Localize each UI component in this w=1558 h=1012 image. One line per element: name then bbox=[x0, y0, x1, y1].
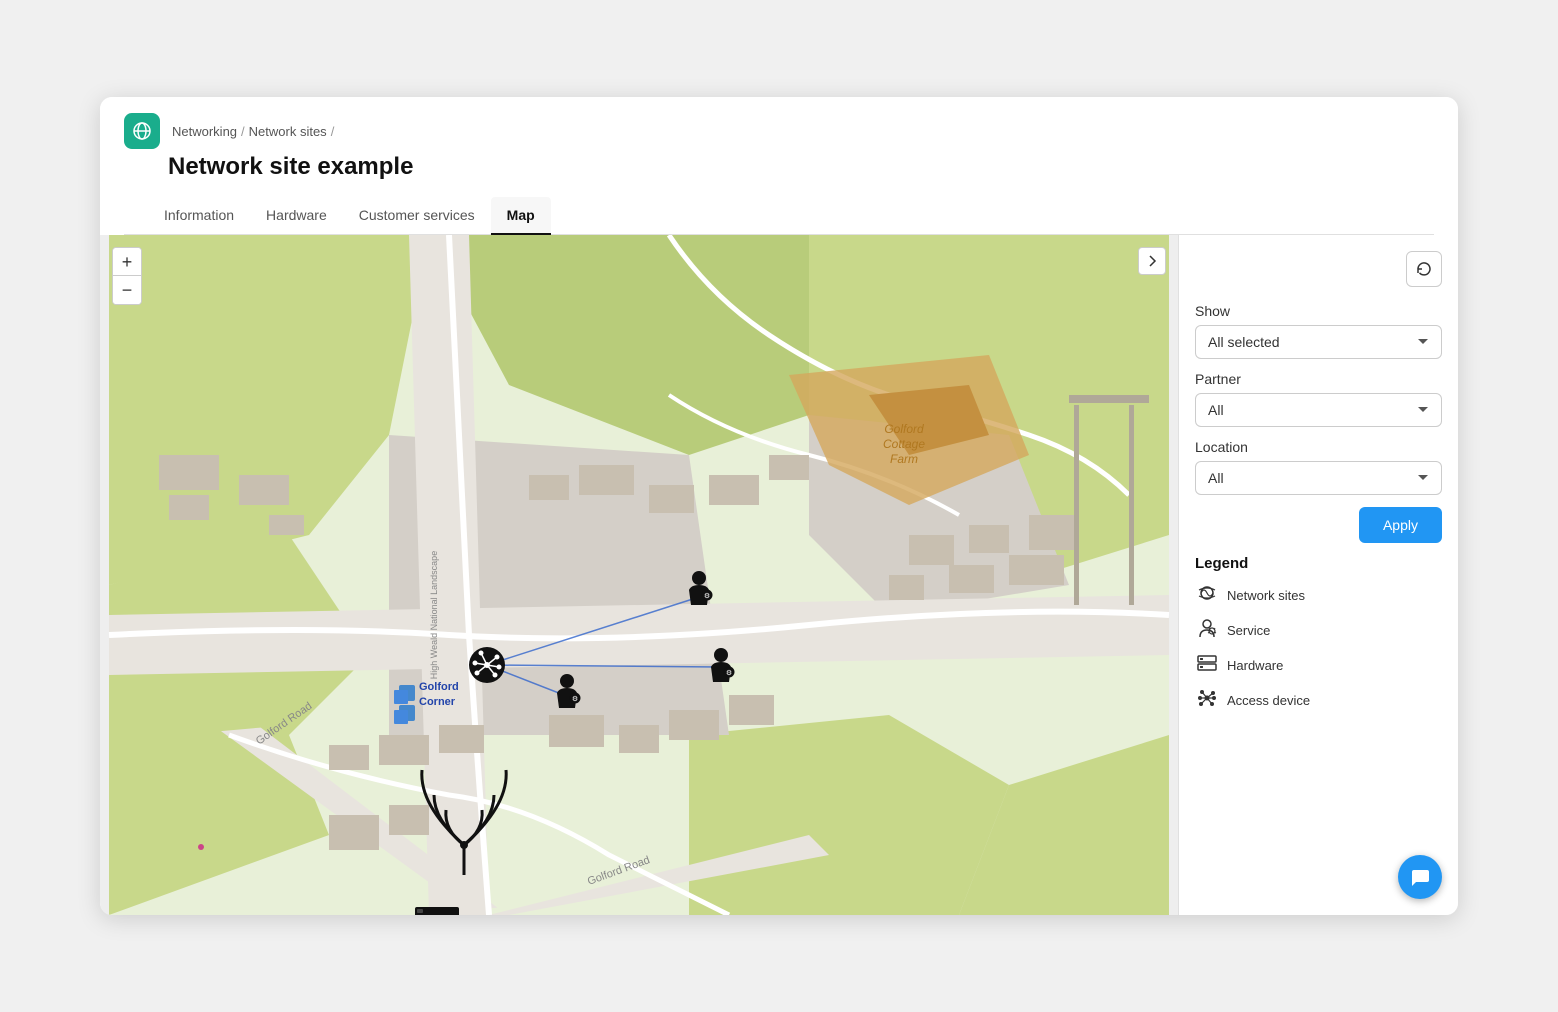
svg-text:⚙: ⚙ bbox=[726, 669, 732, 677]
tab-customer-services[interactable]: Customer services bbox=[343, 197, 491, 235]
tab-hardware[interactable]: Hardware bbox=[250, 197, 343, 235]
location-label: Location bbox=[1195, 439, 1442, 455]
breadcrumb-sep2: / bbox=[331, 124, 335, 139]
tab-information[interactable]: Information bbox=[148, 197, 250, 235]
partner-select[interactable]: All bbox=[1195, 393, 1442, 427]
header: Networking / Network sites / Network sit… bbox=[100, 97, 1458, 235]
main-content: High Weald National Landscape Golford Co… bbox=[100, 235, 1458, 915]
breadcrumb-sep1: / bbox=[241, 124, 245, 139]
chat-button[interactable] bbox=[1398, 855, 1442, 899]
show-select[interactable]: All selected Network sites Service Hardw… bbox=[1195, 325, 1442, 359]
map-expand-button[interactable] bbox=[1138, 247, 1166, 275]
map-zoom-controls: + − bbox=[112, 247, 142, 305]
app-icon bbox=[124, 113, 160, 149]
access-device-icon bbox=[1195, 687, 1219, 714]
show-filter: Show All selected Network sites Service … bbox=[1195, 303, 1442, 359]
access-device-marker bbox=[469, 647, 505, 683]
legend-network-sites: Network sites bbox=[1195, 582, 1442, 609]
svg-text:Golford: Golford bbox=[884, 422, 924, 436]
legend-network-sites-label: Network sites bbox=[1227, 588, 1305, 603]
refresh-button[interactable] bbox=[1406, 251, 1442, 287]
svg-text:Farm: Farm bbox=[890, 452, 918, 466]
legend-access-device: Access device bbox=[1195, 687, 1442, 714]
svg-text:Cottage: Cottage bbox=[883, 437, 925, 451]
partner-label: Partner bbox=[1195, 371, 1442, 387]
app-window: Networking / Network sites / Network sit… bbox=[100, 97, 1458, 915]
network-sites-icon bbox=[1195, 582, 1219, 609]
zoom-out-button[interactable]: − bbox=[113, 276, 141, 304]
service-icon bbox=[1195, 617, 1219, 644]
apply-button[interactable]: Apply bbox=[1359, 507, 1442, 543]
legend-access-device-label: Access device bbox=[1227, 693, 1310, 708]
location-select[interactable]: All bbox=[1195, 461, 1442, 495]
breadcrumb-networking[interactable]: Networking bbox=[172, 124, 237, 139]
tab-bar: Information Hardware Customer services M… bbox=[124, 197, 1434, 235]
map-area[interactable]: High Weald National Landscape Golford Co… bbox=[100, 235, 1178, 915]
show-label: Show bbox=[1195, 303, 1442, 319]
page-title: Network site example bbox=[168, 153, 1434, 181]
svg-text:⚙: ⚙ bbox=[704, 592, 710, 600]
zoom-in-button[interactable]: + bbox=[113, 248, 141, 276]
legend-service-label: Service bbox=[1227, 623, 1270, 638]
location-filter: Location All bbox=[1195, 439, 1442, 495]
svg-text:High Weald National Landscape: High Weald National Landscape bbox=[429, 551, 439, 679]
breadcrumb-network-sites[interactable]: Network sites bbox=[249, 124, 327, 139]
legend-hardware-label: Hardware bbox=[1227, 658, 1283, 673]
legend-service: Service bbox=[1195, 617, 1442, 644]
svg-text:Golford: Golford bbox=[419, 681, 459, 693]
legend-title: Legend bbox=[1195, 555, 1442, 572]
legend-hardware: Hardware bbox=[1195, 652, 1442, 679]
svg-text:Corner: Corner bbox=[419, 696, 456, 708]
tab-map[interactable]: Map bbox=[491, 197, 551, 235]
right-panel: Show All selected Network sites Service … bbox=[1178, 235, 1458, 915]
breadcrumb: Networking / Network sites / bbox=[124, 113, 1434, 149]
hardware-icon bbox=[1195, 652, 1219, 679]
legend: Legend Network sites bbox=[1195, 555, 1442, 722]
partner-filter: Partner All bbox=[1195, 371, 1442, 427]
svg-text:⚙: ⚙ bbox=[572, 695, 578, 703]
